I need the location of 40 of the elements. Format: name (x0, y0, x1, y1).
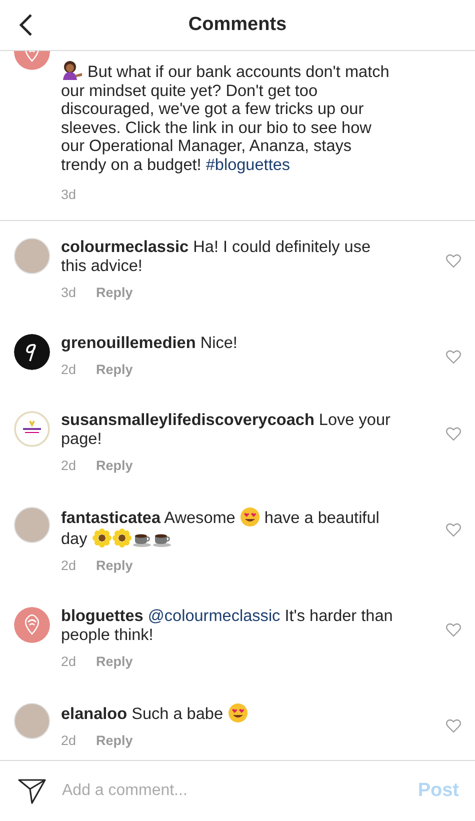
sunflower-emoji (92, 528, 112, 548)
link[interactable]: @colourmeclassic (148, 606, 280, 625)
caption-text: But what if our bank accounts don't match our mindset quite yet? Don't get too discouraged, we've got a few tricks up our sleeves. Click the link in our bio to see how our Operational Manager, Ananza, stays trendy on a budget! #bloguettes (61, 60, 394, 175)
reply-button[interactable]: Reply (96, 654, 133, 670)
page-title: Comments (188, 14, 287, 36)
timestamp: 3d (61, 186, 76, 203)
comment-text: bloguettes @colourmeclassic It's harder than people think! (61, 606, 394, 645)
heart-icon[interactable] (446, 522, 461, 537)
reply-button[interactable]: Reply (96, 362, 133, 378)
comment-text: elanaloo Such a babe (61, 702, 394, 724)
heart-icon[interactable] (446, 622, 461, 637)
heart-icon[interactable] (446, 718, 461, 733)
timestamp: 2d (61, 732, 76, 749)
heart-icon[interactable] (446, 254, 461, 268)
comment-text: grenouillemedien Nice! (61, 334, 238, 353)
heart-eyes-emoji (240, 506, 260, 527)
heart-icon[interactable] (446, 426, 461, 441)
heart-eyes-emoji (228, 702, 248, 723)
avatar[interactable] (14, 410, 50, 447)
avatar[interactable] (14, 334, 50, 370)
heart-icon[interactable] (446, 350, 461, 364)
comment-text: fantasticatea Awesome have a beautiful day (61, 506, 380, 549)
send-icon[interactable] (18, 778, 46, 804)
post-button[interactable]: Post (418, 780, 459, 802)
timestamp: 2d (61, 362, 76, 378)
reply-button[interactable]: Reply (96, 732, 133, 749)
reply-button[interactable]: Reply (96, 284, 133, 301)
woman-tipping-hand-emoji (61, 60, 83, 80)
reply-button[interactable]: Reply (96, 558, 133, 574)
timestamp: 2d (61, 654, 76, 670)
comment-text: colourmeclassic Ha! I could definitely use this advice! (61, 238, 372, 276)
timestamp: 3d (61, 284, 76, 301)
link[interactable]: #bloguettes (206, 156, 290, 174)
sunflower-emoji (112, 528, 132, 548)
back-button[interactable] (18, 13, 34, 37)
comment-input[interactable]: Add a comment... (62, 778, 402, 804)
timestamp: 2d (61, 458, 76, 474)
timestamp: 2d (61, 558, 76, 574)
reply-button[interactable]: Reply (96, 458, 133, 474)
comment-text: susansmalleylifediscoverycoach Love your page! (61, 410, 392, 449)
